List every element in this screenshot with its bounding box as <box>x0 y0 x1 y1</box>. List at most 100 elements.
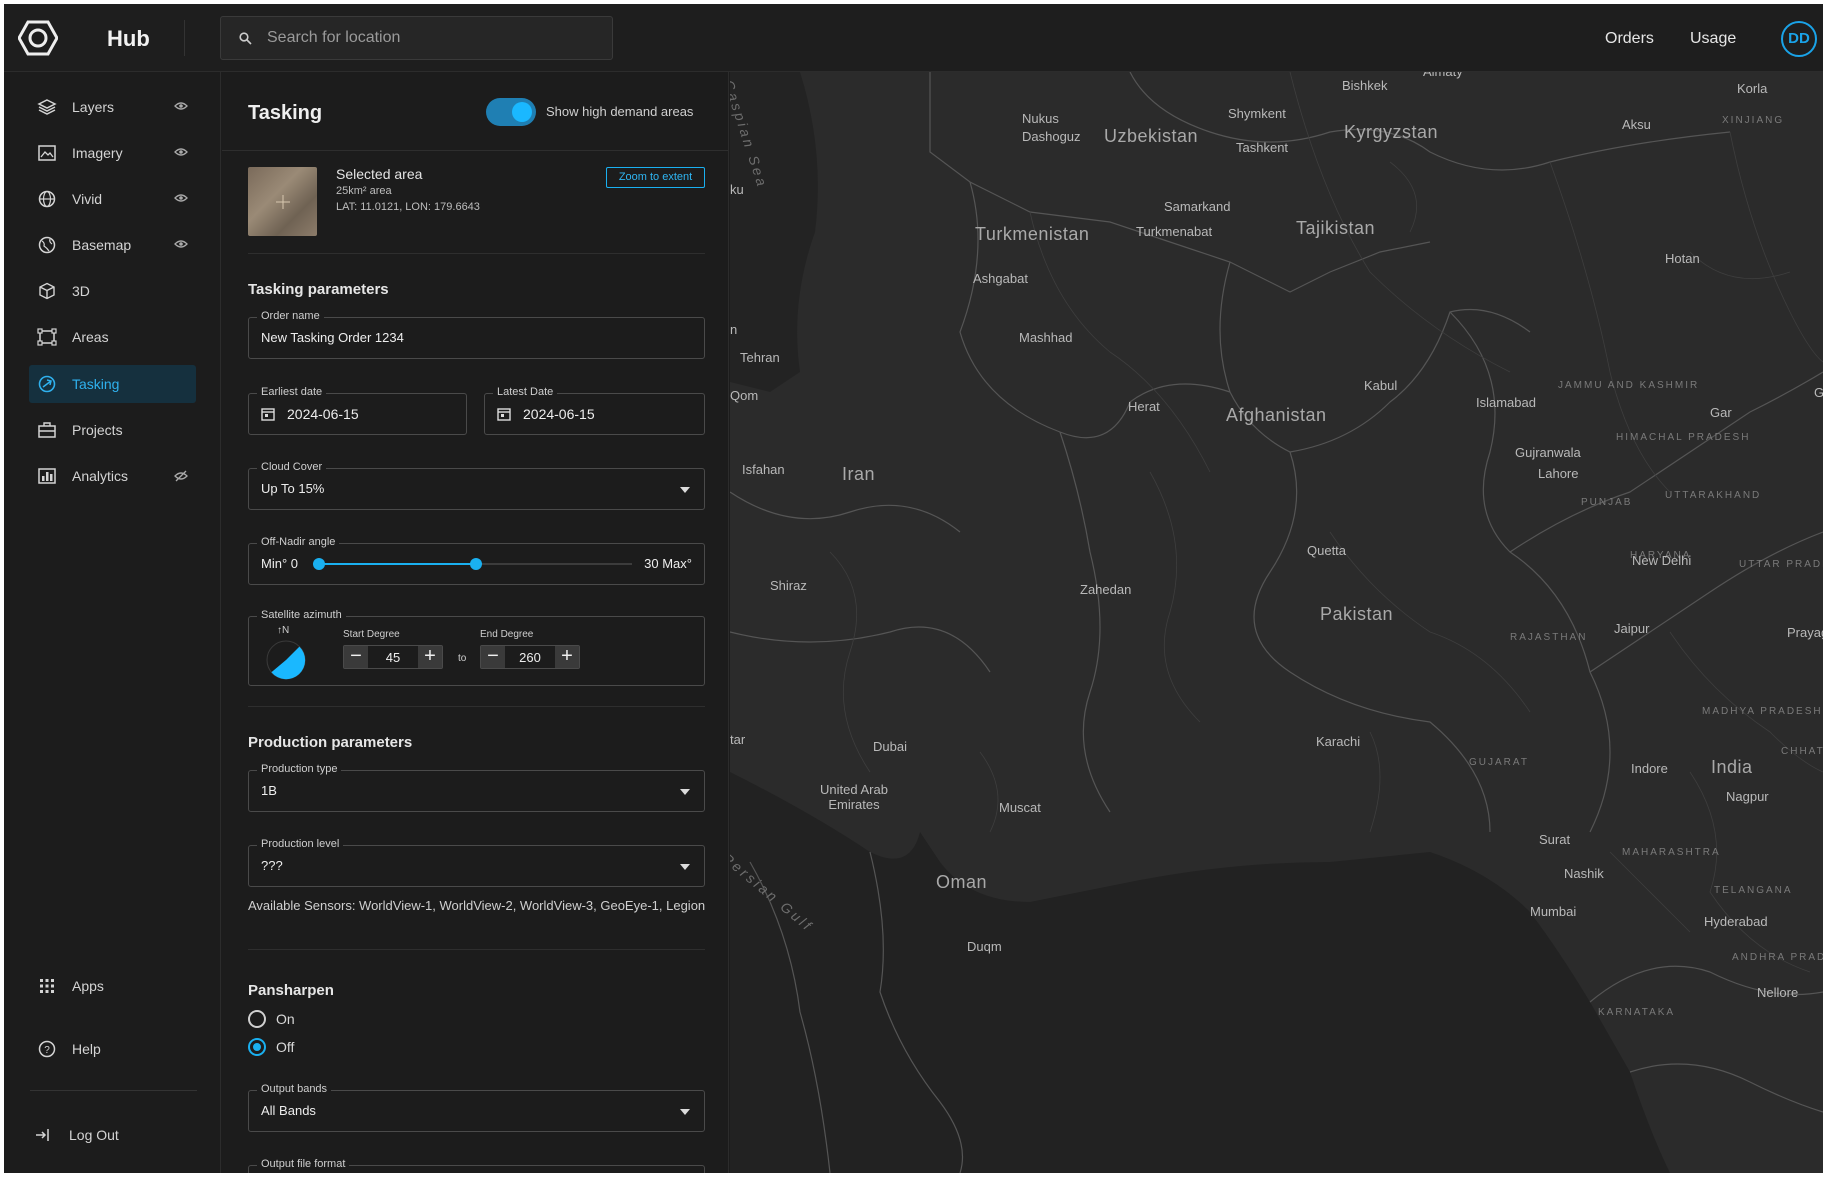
panel-header-divider <box>222 150 728 151</box>
map-label-aksu: Aksu <box>1622 117 1651 132</box>
user-avatar[interactable]: DD <box>1781 21 1817 57</box>
cloud-cover-select[interactable]: Cloud Cover Up To 15% <box>248 461 705 510</box>
map-label-tar: tar <box>730 732 746 747</box>
sidebar-help[interactable]: ? Help <box>29 1030 196 1068</box>
production-level-select[interactable]: Production level ??? <box>248 838 705 887</box>
map-label-india: India <box>1711 757 1753 777</box>
hub-logo-icon[interactable] <box>18 20 58 56</box>
map-label-xinjiang: XINJIANG <box>1722 115 1785 126</box>
pansharpen-on-label[interactable]: On <box>276 1011 295 1027</box>
location-search[interactable] <box>220 16 613 60</box>
pansharpen-off-radio[interactable] <box>248 1038 266 1056</box>
field-label: Satellite azimuth <box>257 609 346 621</box>
sidebar-apps[interactable]: Apps <box>29 967 196 1005</box>
sidebar-logout[interactable]: Log Out <box>26 1116 193 1154</box>
sidebar-item-label: Help <box>72 1041 101 1057</box>
sidebar-item-label: Apps <box>72 978 104 994</box>
selected-area-size: 25km² area <box>336 185 392 197</box>
map-label-karnataka: KARNATAKA <box>1598 1007 1676 1018</box>
map-label-herat: Herat <box>1128 399 1160 414</box>
sidebar-item-vivid[interactable]: Vivid <box>29 180 196 218</box>
increment-button[interactable]: + <box>555 646 579 668</box>
map-label-himachal: HIMACHAL PRADESH <box>1616 432 1751 443</box>
output-format-select[interactable]: Output file format <box>248 1158 705 1173</box>
zoom-to-extent-button[interactable]: Zoom to extent <box>606 167 705 188</box>
pansharpen-off-label[interactable]: Off <box>276 1039 294 1055</box>
earliest-date-value[interactable]: 2024-06-15 <box>287 406 359 422</box>
order-name-input[interactable]: New Tasking Order 1234 <box>261 330 404 345</box>
slider-min-handle[interactable] <box>313 558 325 570</box>
eye-icon[interactable] <box>174 239 188 249</box>
selected-area-coords: LAT: 11.0121, LON: 179.6643 <box>336 201 480 213</box>
map-label-nashik: Nashik <box>1564 866 1604 881</box>
end-degree-stepper[interactable]: − 260 + <box>480 645 580 669</box>
map-label-mumbai: Mumbai <box>1530 904 1577 919</box>
map-label-kyrgyzstan: Kyrgyzstan <box>1344 122 1439 142</box>
sidebar-item-label: Analytics <box>72 468 129 484</box>
orders-link[interactable]: Orders <box>1605 30 1654 48</box>
calendar-icon[interactable] <box>497 407 511 421</box>
eye-icon[interactable] <box>174 193 188 203</box>
map-view[interactable]: Almaty Bishkek Korla Shymkent Kyrgyzstan Aksu… <box>730 72 1823 1173</box>
slider-track[interactable] <box>313 558 632 570</box>
panel-title: Tasking <box>248 102 323 124</box>
order-name-field[interactable]: Order name New Tasking Order 1234 <box>248 310 705 359</box>
field-label: Earliest date <box>257 386 327 398</box>
production-params-title: Production parameters <box>248 734 413 751</box>
map-label-chhatt: CHHATT <box>1781 746 1823 757</box>
azimuth-compass-icon[interactable] <box>265 639 307 681</box>
svg-text:?: ? <box>44 1045 50 1056</box>
end-degree-value[interactable]: 260 <box>509 650 551 665</box>
app-window: Hub Orders Usage DD Layers Imagery Vivid <box>4 4 1823 1173</box>
map-label-quetta: Quetta <box>1307 543 1347 558</box>
sidebar-item-imagery[interactable]: Imagery <box>29 134 196 172</box>
decrement-button[interactable]: − <box>481 646 505 668</box>
calendar-icon[interactable] <box>261 407 275 421</box>
sidebar-item-areas[interactable]: Areas <box>29 318 196 356</box>
selected-area-title: Selected area <box>336 166 423 182</box>
apps-grid-icon <box>40 979 54 993</box>
sidebar-item-basemap[interactable]: Basemap <box>29 226 196 264</box>
high-demand-toggle[interactable] <box>486 98 536 126</box>
map-label-nagpur: Nagpur <box>1726 789 1769 804</box>
sidebar-item-projects[interactable]: Projects <box>29 411 196 449</box>
sidebar: Layers Imagery Vivid Basemap 3D Areas Ta… <box>4 72 221 1173</box>
production-type-select[interactable]: Production type 1B <box>248 763 705 812</box>
latest-date-value[interactable]: 2024-06-15 <box>523 406 595 422</box>
map-label-andhra: ANDHRA PRADESH <box>1732 952 1823 963</box>
increment-button[interactable]: + <box>418 646 442 668</box>
start-degree-stepper[interactable]: − 45 + <box>343 645 443 669</box>
map-label-prayag: Prayag <box>1787 625 1823 640</box>
map-label-tehran: Tehran <box>740 350 780 365</box>
usage-link[interactable]: Usage <box>1690 30 1736 48</box>
search-input[interactable] <box>267 27 597 49</box>
brand-divider <box>184 20 185 56</box>
start-degree-value[interactable]: 45 <box>372 650 414 665</box>
latest-date-field[interactable]: Latest Date 2024-06-15 <box>484 386 705 435</box>
slider-max-label: 30 Max° <box>644 556 692 571</box>
map-label-tashkent: Tashkent <box>1236 140 1289 155</box>
field-label: Production type <box>257 763 342 775</box>
map-label-samarkand: Samarkand <box>1164 199 1231 214</box>
eye-icon[interactable] <box>174 101 188 111</box>
earliest-date-field[interactable]: Earliest date 2024-06-15 <box>248 386 467 435</box>
eye-icon[interactable] <box>174 147 188 157</box>
map-label-jaipur: Jaipur <box>1614 621 1650 636</box>
brand-name: Hub <box>107 26 150 51</box>
map-label-mashhad: Mashhad <box>1019 330 1073 345</box>
chevron-down-icon <box>680 864 690 870</box>
slider-max-handle[interactable] <box>469 558 482 570</box>
output-bands-select[interactable]: Output bands All Bands <box>248 1083 705 1132</box>
sidebar-item-tasking[interactable]: Tasking <box>29 365 196 403</box>
sidebar-item-3d[interactable]: 3D <box>29 272 196 310</box>
eye-off-icon[interactable] <box>174 470 188 482</box>
map-label-duqm: Duqm <box>967 939 1002 954</box>
decrement-button[interactable]: − <box>344 646 368 668</box>
areas-icon <box>37 328 57 346</box>
crosshair-icon <box>276 195 290 209</box>
sidebar-item-layers[interactable]: Layers <box>29 88 196 126</box>
sidebar-item-analytics[interactable]: Analytics <box>29 457 196 495</box>
field-label: Cloud Cover <box>257 461 327 473</box>
pansharpen-on-radio[interactable] <box>248 1010 266 1028</box>
output-bands-value: All Bands <box>261 1103 316 1118</box>
